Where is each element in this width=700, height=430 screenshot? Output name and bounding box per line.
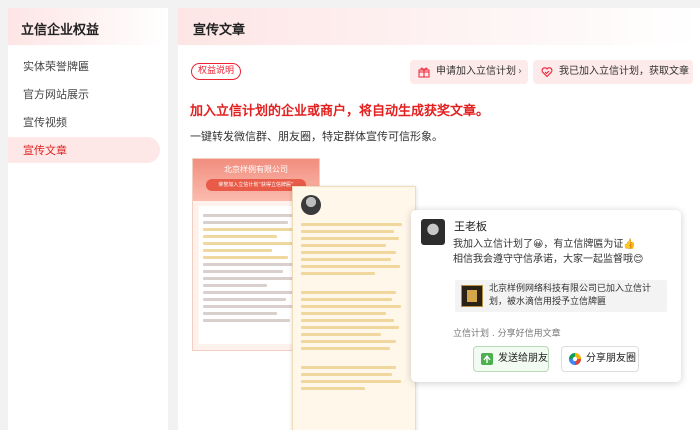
sharer-name: 王老板 — [454, 220, 487, 233]
get-articles-label: 我已加入立信计划，获取文章 — [559, 66, 689, 77]
get-articles-link[interactable]: 我已加入立信计划，获取文章 › — [533, 60, 693, 84]
share-moments-button[interactable]: 分享朋友圈 — [561, 346, 639, 372]
share-moments-label: 分享朋友圈 — [586, 353, 636, 364]
sidebar-title: 立信企业权益 — [8, 8, 168, 45]
sidebar-item-website[interactable]: 官方网站展示 — [8, 81, 160, 107]
poster-company-name: 北京样例有限公司 — [224, 165, 288, 174]
apply-join-link[interactable]: 申请加入立信计划 › — [410, 60, 528, 84]
chevron-right-icon: › — [518, 66, 522, 77]
apply-join-label: 申请加入立信计划 — [436, 66, 516, 77]
toolbar: 权益说明 申请加入立信计划 › 我已加入立信计划，获取文章 › — [178, 60, 700, 86]
shared-link-text: 北京样例网络科技有限公司已加入立信计划，被水滴信用授予立信牌匾 — [489, 284, 652, 307]
avatar — [301, 195, 321, 215]
share-caption: 立信计划 . 分享好信用文章 — [453, 329, 561, 339]
share-preview-card: 王老板 我加入立信计划了😀，有立信牌匾为证👍 相信我会遵守守信承诺，大家一起监督… — [411, 210, 681, 382]
send-to-friend-label: 发送给朋友 — [498, 353, 548, 364]
chevron-right-icon: › — [683, 66, 687, 77]
sidebar-item-plaque[interactable]: 实体荣誉牌匾 — [8, 53, 160, 79]
article-poster-preview-2 — [292, 186, 416, 430]
share-message-line-2: 相信我会遵守守信承诺，大家一起监督哦😊 — [453, 254, 644, 265]
plaque-thumbnail — [461, 285, 483, 307]
avatar — [421, 219, 445, 245]
share-to-friend-icon — [481, 353, 493, 365]
shared-link-card: 北京样例网络科技有限公司已加入立信计划，被水滴信用授予立信牌匾 — [455, 280, 667, 312]
heart-icon — [541, 67, 553, 78]
sidebar: 立信企业权益 实体荣誉牌匾 官方网站展示 宣传视频 宣传文章 — [8, 8, 168, 430]
poster-ribbon: 荣誉加入立信计划“获得立信牌匾” — [206, 179, 306, 191]
main-panel: 宣传文章 权益说明 申请加入立信计划 › 我已加入立信计划，获取文章 › 加入立… — [178, 8, 700, 430]
sidebar-item-video[interactable]: 宣传视频 — [8, 109, 160, 135]
moments-icon — [568, 352, 582, 366]
send-to-friend-button[interactable]: 发送给朋友 — [473, 346, 549, 372]
gift-icon — [418, 67, 430, 78]
page-title: 宣传文章 — [178, 8, 700, 45]
headline: 加入立信计划的企业或商户，将自动生成获奖文章。 — [190, 104, 490, 119]
sidebar-item-articles[interactable]: 宣传文章 — [8, 137, 160, 163]
share-message-line-1: 我加入立信计划了😀，有立信牌匾为证👍 — [453, 239, 636, 250]
rights-explanation-badge[interactable]: 权益说明 — [191, 63, 242, 80]
subline: 一键转发微信群、朋友圈，特定群体宣传可信形象。 — [190, 130, 443, 143]
share-message: 我加入立信计划了😀，有立信牌匾为证👍 相信我会遵守守信承诺，大家一起监督哦😊 — [453, 237, 673, 267]
